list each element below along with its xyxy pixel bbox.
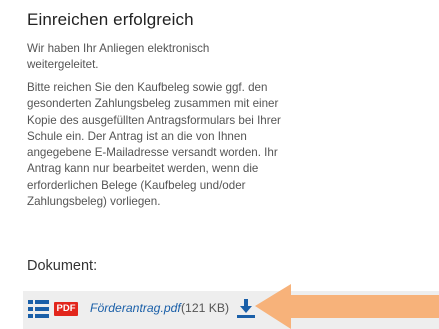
confirmation-panel: Einreichen erfolgreich Wir haben Ihr Anl… xyxy=(0,0,439,329)
list-icon[interactable] xyxy=(28,300,49,318)
pointer-arrow-icon xyxy=(255,284,439,329)
page-title: Einreichen erfolgreich xyxy=(27,10,194,29)
document-heading: Dokument: xyxy=(27,258,98,274)
document-link[interactable]: Förderantrag.pdf xyxy=(90,301,181,315)
pdf-icon: PDF xyxy=(54,302,78,316)
file-size: (121 KB) xyxy=(181,301,230,315)
confirmation-message: Wir haben Ihr Anliegen elektronisch weit… xyxy=(27,42,210,72)
download-icon[interactable] xyxy=(237,299,255,319)
instructions-text: Bitte reichen Sie den Kaufbeleg sowie gg… xyxy=(27,81,281,209)
